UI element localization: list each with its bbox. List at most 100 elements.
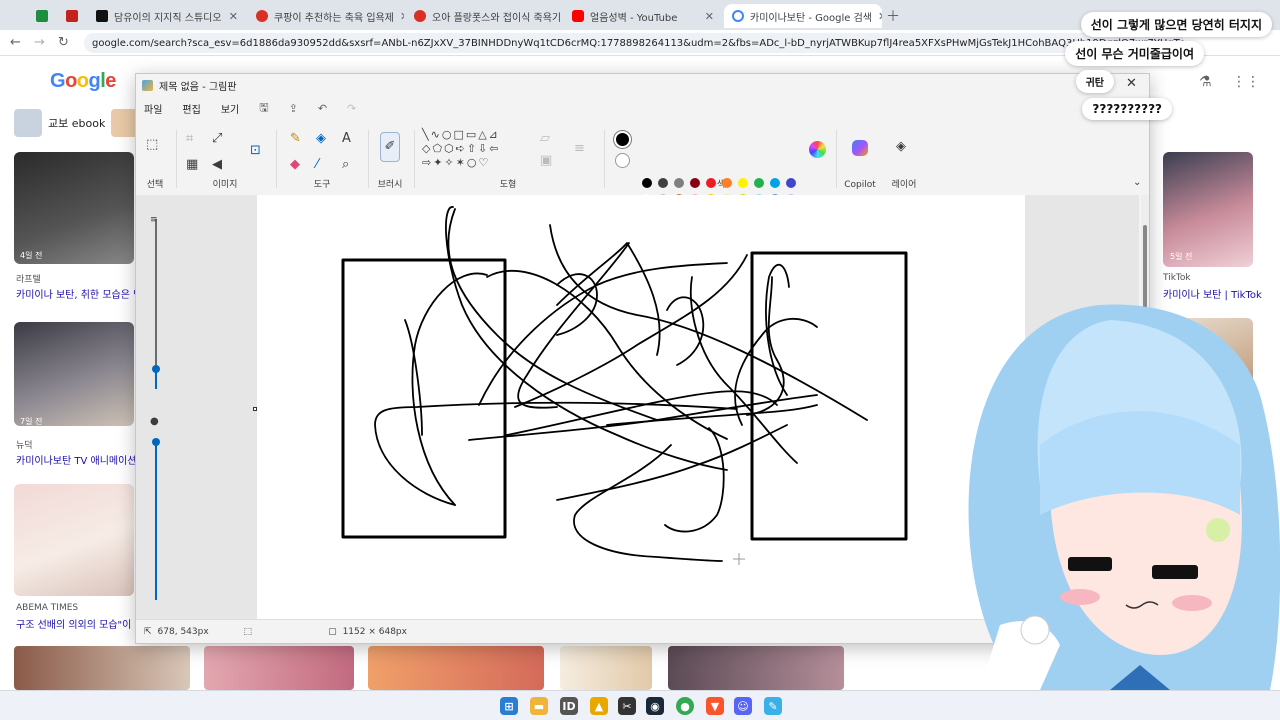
layers-icon[interactable]: ◈: [896, 140, 906, 154]
menu-file[interactable]: 파일: [144, 101, 162, 116]
color-swatch[interactable]: [706, 178, 716, 188]
color-picker-icon[interactable]: ⁄: [316, 158, 318, 172]
share-icon[interactable]: ⇪: [289, 102, 298, 115]
labs-flask-icon[interactable]: ⚗: [1199, 74, 1212, 90]
tab-favicon-icon: [36, 10, 48, 22]
ribbon-separator: [604, 130, 605, 188]
shapes-row-1-icon[interactable]: ╲∿○□▭△⊿: [422, 128, 500, 142]
tab-close-icon[interactable]: ✕: [229, 10, 238, 23]
color-swatch[interactable]: [674, 178, 684, 188]
copilot-icon[interactable]: [852, 140, 868, 156]
result-image[interactable]: [1163, 152, 1253, 267]
shape-fill-icon[interactable]: ▣: [540, 154, 552, 168]
result-title[interactable]: 카미이나 보탄, 취한 모습은 백: [16, 286, 142, 301]
related-chip[interactable]: 교보 ebook: [14, 108, 140, 138]
color-swatch[interactable]: [722, 178, 732, 188]
result-image[interactable]: [14, 322, 134, 426]
ribbon-separator: [276, 130, 277, 188]
color-swatch[interactable]: [658, 178, 668, 188]
color-swatch[interactable]: [642, 178, 652, 188]
windows-taskbar: ⊞ ▬ ID ▲ ✂ ◉ ● ▼ ☺ ✎: [0, 690, 1280, 720]
url-text: google.com/search?sca_esv=6d1886da930952…: [92, 37, 1184, 49]
color-swatch[interactable]: [738, 178, 748, 188]
shape-size-icon[interactable]: ≡: [574, 142, 585, 156]
ribbon-collapse-chevron-icon[interactable]: ⌄: [1133, 176, 1141, 190]
cursor-position-text: 678, 543px: [157, 626, 209, 637]
pencil-icon[interactable]: ✎: [290, 132, 301, 146]
back-arrow-icon[interactable]: ←: [10, 35, 21, 50]
apps-grid-icon[interactable]: ⋮⋮: [1232, 74, 1260, 90]
image-pattern-icon[interactable]: ▦: [186, 158, 198, 172]
url-bar[interactable]: google.com/search?sca_esv=6d1886da930952…: [84, 33, 1184, 53]
tab-pinned-2[interactable]: [58, 4, 80, 28]
eraser-icon[interactable]: ◆: [290, 158, 300, 172]
paint-ribbon: ⬚ 선택 ⌗ ⤢ ▦ ◀ ⊡ 이미지 ✎ ◈ A ◆ ⁄ ⌕ 도구 ✐ 브러시: [136, 122, 1149, 220]
result-image[interactable]: [14, 152, 134, 264]
text-icon[interactable]: A: [342, 132, 351, 146]
google-logo[interactable]: Google: [50, 70, 116, 93]
result-title[interactable]: 구조 선배의 의외의 모습"이 밝: [16, 616, 144, 631]
drawing-canvas[interactable]: [257, 195, 1025, 620]
forward-arrow-icon[interactable]: →: [34, 35, 45, 50]
undo-icon[interactable]: ↶: [318, 102, 327, 115]
shapes-row-3-icon[interactable]: ⇨✦✧✶○♡: [422, 156, 490, 170]
acrobat-icon[interactable]: ▲: [590, 697, 608, 715]
slider-knob[interactable]: [152, 438, 160, 446]
tab-shopping[interactable]: 오아 플랑폿스와 접이식 죽욕기 ✕: [406, 4, 562, 28]
secondary-color[interactable]: [615, 153, 630, 168]
paint-taskbar-icon[interactable]: ✎: [764, 697, 782, 715]
color-swatch[interactable]: [770, 178, 780, 188]
slider-knob[interactable]: [152, 365, 160, 373]
brush-icon[interactable]: ✐: [380, 132, 400, 162]
tab-close-icon[interactable]: ✕: [705, 10, 714, 23]
brave-icon[interactable]: ▼: [706, 697, 724, 715]
id-app-icon[interactable]: ID: [560, 697, 578, 715]
paint-close-icon[interactable]: ✕: [1126, 76, 1137, 91]
redo-icon[interactable]: ↷: [347, 102, 356, 115]
shapes-row-2-icon[interactable]: ◇⬠⬡➪⇧⇩⇦: [422, 142, 501, 156]
new-tab-button[interactable]: ＋: [886, 6, 900, 26]
result-image[interactable]: [204, 646, 354, 690]
windows-start-icon[interactable]: ⊞: [500, 697, 518, 715]
color-swatch[interactable]: [690, 178, 700, 188]
resize-icon[interactable]: ⤢: [212, 132, 222, 146]
discord-icon[interactable]: ☺: [734, 697, 752, 715]
color-swatch[interactable]: [786, 178, 796, 188]
result-image[interactable]: [14, 484, 134, 596]
tab-title: 카미이나보탄 - Google 검색: [750, 12, 873, 24]
primary-color[interactable]: [614, 131, 631, 148]
tab-google-search[interactable]: 카미이나보탄 - Google 검색 ✕: [724, 4, 882, 28]
menu-view[interactable]: 보기: [221, 101, 239, 116]
color-swatch[interactable]: [754, 178, 764, 188]
tab-close-icon[interactable]: ✕: [878, 10, 882, 23]
fill-bucket-icon[interactable]: ◈: [316, 132, 326, 146]
file-explorer-icon[interactable]: ▬: [530, 697, 548, 715]
tab-studio[interactable]: 담유이의 지지직 스튜디오 ✕: [88, 4, 246, 28]
shape-outline-icon[interactable]: ▱: [540, 132, 550, 146]
menu-edit[interactable]: 편집: [182, 101, 200, 116]
brush-size-slider[interactable]: [152, 219, 160, 389]
tab-close-icon[interactable]: ✕: [400, 10, 404, 23]
canvas-size-text: 1152 × 648px: [342, 626, 407, 637]
image-select-icon[interactable]: ⊡: [250, 144, 261, 158]
tab-coupang[interactable]: 쿠팡이 추천하는 축육 입욕제 ✕: [248, 4, 404, 28]
opacity-slider[interactable]: [152, 438, 160, 600]
result-image[interactable]: [368, 646, 544, 690]
ribbon-separator: [414, 130, 415, 188]
chrome-icon[interactable]: ●: [676, 697, 694, 715]
snipping-tool-icon[interactable]: ✂: [618, 697, 636, 715]
edit-colors-icon[interactable]: [809, 141, 826, 158]
result-image[interactable]: [14, 646, 190, 690]
magnifier-icon[interactable]: ⌕: [342, 158, 349, 172]
tab-youtube[interactable]: 얼음성벽 - YouTube ✕: [564, 4, 722, 28]
steam-icon[interactable]: ◉: [646, 697, 664, 715]
crop-icon[interactable]: ⌗: [186, 132, 193, 146]
result-title[interactable]: 카미이나보탄 TV 애니메이션: [16, 452, 137, 467]
save-icon[interactable]: 🖫: [259, 99, 268, 118]
rotate-icon[interactable]: ◀: [212, 158, 222, 172]
select-rectangle-icon[interactable]: ⬚: [146, 138, 158, 152]
result-image[interactable]: [668, 646, 844, 690]
result-image[interactable]: [560, 646, 652, 690]
tab-pinned-1[interactable]: [28, 4, 50, 28]
reload-icon[interactable]: ↻: [58, 35, 69, 50]
